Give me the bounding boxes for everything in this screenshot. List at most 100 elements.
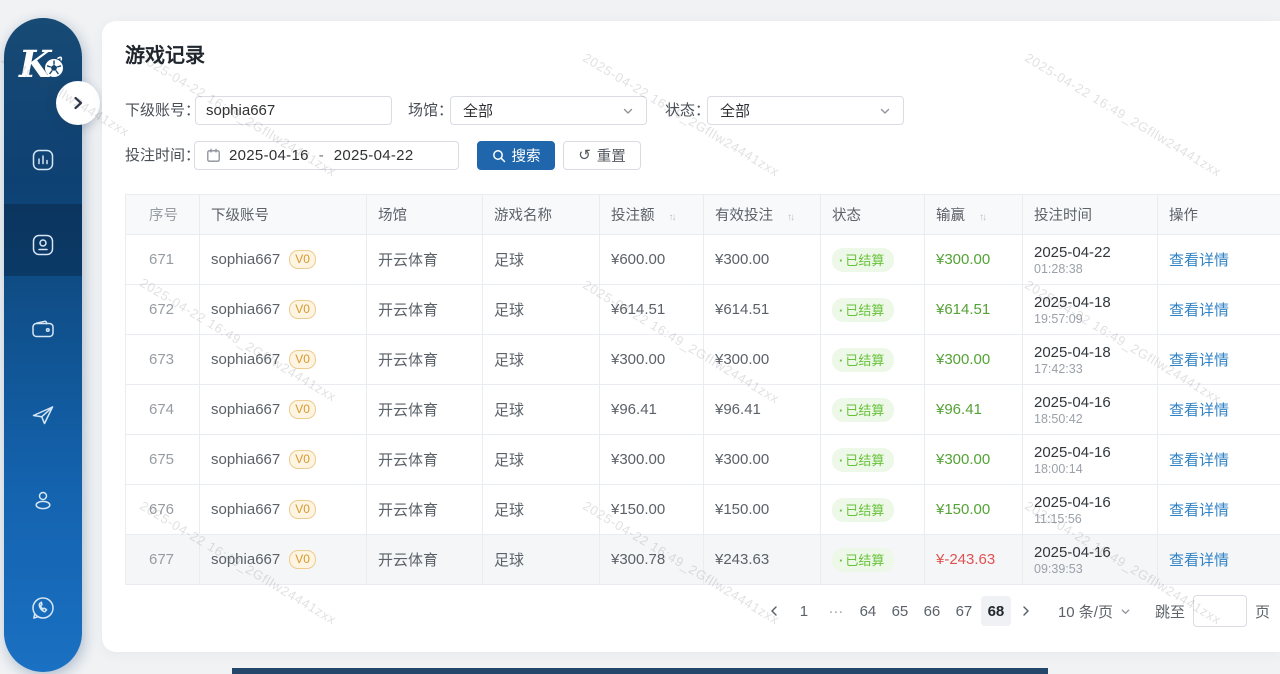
page-button-64[interactable]: 64 <box>853 596 883 626</box>
cell-bet-time: 2025-04-1819:57:09 <box>1023 285 1158 335</box>
sidebar-item-wallet[interactable] <box>30 317 56 343</box>
cell-valid-bet: ¥614.51 <box>704 285 821 335</box>
account-input[interactable] <box>196 102 391 119</box>
view-detail-link[interactable]: 查看详情 <box>1169 302 1229 319</box>
cell-venue: 开云体育 <box>367 435 483 485</box>
cell-venue: 开云体育 <box>367 285 483 335</box>
cell-win: ¥300.00 <box>925 435 1023 485</box>
date-to: 2025-04-22 <box>334 147 414 164</box>
search-icon <box>492 149 506 163</box>
sort-icon[interactable]: ↑↓ <box>979 212 985 223</box>
sidebar-item-profile[interactable] <box>30 487 56 513</box>
cell-account: sophia667V0 <box>200 485 367 535</box>
sidebar-collapse-button[interactable] <box>56 81 100 125</box>
cell-venue: 开云体育 <box>367 535 483 585</box>
reset-button[interactable]: ↺ 重置 <box>563 141 641 170</box>
header-venue: 场馆 <box>367 195 483 235</box>
jump-page-input[interactable] <box>1193 595 1247 627</box>
sort-icon[interactable]: ↑↓ <box>669 212 675 223</box>
next-page-button[interactable] <box>1012 596 1040 626</box>
table-row: 675sophia667V0开云体育足球¥300.00¥300.00已结算¥30… <box>126 435 1280 485</box>
view-detail-link[interactable]: 查看详情 <box>1169 352 1229 369</box>
cell-seq: 671 <box>126 235 200 285</box>
phone-icon <box>30 595 56 621</box>
game-records-page: K <box>0 0 1280 674</box>
level-badge: V0 <box>289 350 316 369</box>
cell-status: 已结算 <box>821 535 925 585</box>
table-header-row: 序号 下级账号 场馆 游戏名称 投注额↑↓ 有效投注↑↓ 状态 输赢↑↓ 投注时… <box>126 195 1280 235</box>
send-icon <box>30 402 56 428</box>
cell-venue: 开云体育 <box>367 485 483 535</box>
page-button-66[interactable]: 66 <box>917 596 947 626</box>
cell-win: ¥-243.63 <box>925 535 1023 585</box>
cell-venue: 开云体育 <box>367 335 483 385</box>
cell-bet: ¥96.41 <box>600 385 704 435</box>
cell-status: 已结算 <box>821 235 925 285</box>
cell-status: 已结算 <box>821 285 925 335</box>
level-badge: V0 <box>289 450 316 469</box>
page-button-67[interactable]: 67 <box>949 596 979 626</box>
cell-seq: 677 <box>126 535 200 585</box>
chevron-down-icon <box>622 105 634 117</box>
cell-bet-time: 2025-04-1618:00:14 <box>1023 435 1158 485</box>
jump-to-page: 跳至 页 <box>1155 595 1270 627</box>
sort-icon[interactable]: ↑↓ <box>787 212 793 223</box>
venue-select-value: 全部 <box>451 100 622 121</box>
chevron-left-icon <box>768 605 780 617</box>
status-badge: 已结算 <box>832 348 894 372</box>
cell-action: 查看详情 <box>1158 435 1280 485</box>
level-badge: V0 <box>289 300 316 319</box>
sidebar-item-send[interactable] <box>30 402 56 428</box>
date-range-picker[interactable]: 2025-04-16 - 2025-04-22 <box>194 141 459 170</box>
account-label: 下级账号： <box>125 96 200 125</box>
cell-game: 足球 <box>483 385 600 435</box>
cell-valid-bet: ¥300.00 <box>704 235 821 285</box>
view-detail-link[interactable]: 查看详情 <box>1169 452 1229 469</box>
status-badge: 已结算 <box>832 298 894 322</box>
chevron-down-icon <box>1120 606 1131 617</box>
table-row: 676sophia667V0开云体育足球¥150.00¥150.00已结算¥15… <box>126 485 1280 535</box>
cell-action: 查看详情 <box>1158 335 1280 385</box>
venue-label: 场馆： <box>408 96 453 125</box>
cell-win: ¥614.51 <box>925 285 1023 335</box>
page-title: 游戏记录 <box>125 39 205 68</box>
status-badge: 已结算 <box>832 448 894 472</box>
sidebar-item-contact[interactable] <box>30 595 56 621</box>
bottom-bar <box>232 668 1048 674</box>
cell-game: 足球 <box>483 535 600 585</box>
cell-account: sophia667V0 <box>200 335 367 385</box>
status-badge: 已结算 <box>832 548 894 572</box>
search-button-label: 搜索 <box>512 145 541 166</box>
cell-bet-time: 2025-04-1817:42:33 <box>1023 335 1158 385</box>
search-button[interactable]: 搜索 <box>477 141 555 170</box>
view-detail-link[interactable]: 查看详情 <box>1169 402 1229 419</box>
cell-win: ¥300.00 <box>925 335 1023 385</box>
cell-bet-time: 2025-04-1618:50:42 <box>1023 385 1158 435</box>
venue-select[interactable]: 全部 <box>450 96 647 125</box>
view-detail-link[interactable]: 查看详情 <box>1169 252 1229 269</box>
sidebar-item-reports[interactable] <box>30 147 56 173</box>
page-size-select[interactable]: 10 条/页 <box>1058 601 1131 622</box>
page-ellipsis[interactable]: ··· <box>821 596 851 626</box>
sidebar-item-accounts[interactable] <box>30 232 56 258</box>
view-detail-link[interactable]: 查看详情 <box>1169 552 1229 569</box>
cell-seq: 676 <box>126 485 200 535</box>
wallet-icon <box>30 317 56 343</box>
cell-bet: ¥614.51 <box>600 285 704 335</box>
cell-bet: ¥300.00 <box>600 435 704 485</box>
page-button-68-active[interactable]: 68 <box>981 596 1011 626</box>
cell-bet-time: 2025-04-1609:39:53 <box>1023 535 1158 585</box>
cell-game: 足球 <box>483 485 600 535</box>
page-button-65[interactable]: 65 <box>885 596 915 626</box>
page-button-1[interactable]: 1 <box>789 596 819 626</box>
prev-page-button[interactable] <box>760 596 788 626</box>
table-row: 674sophia667V0开云体育足球¥96.41¥96.41已结算¥96.4… <box>126 385 1280 435</box>
header-account: 下级账号 <box>200 195 367 235</box>
reset-button-label: 重置 <box>597 145 626 166</box>
table-row: 672sophia667V0开云体育足球¥614.51¥614.51已结算¥61… <box>126 285 1280 335</box>
cell-status: 已结算 <box>821 385 925 435</box>
cell-game: 足球 <box>483 235 600 285</box>
status-select[interactable]: 全部 <box>707 96 904 125</box>
view-detail-link[interactable]: 查看详情 <box>1169 502 1229 519</box>
cell-valid-bet: ¥150.00 <box>704 485 821 535</box>
